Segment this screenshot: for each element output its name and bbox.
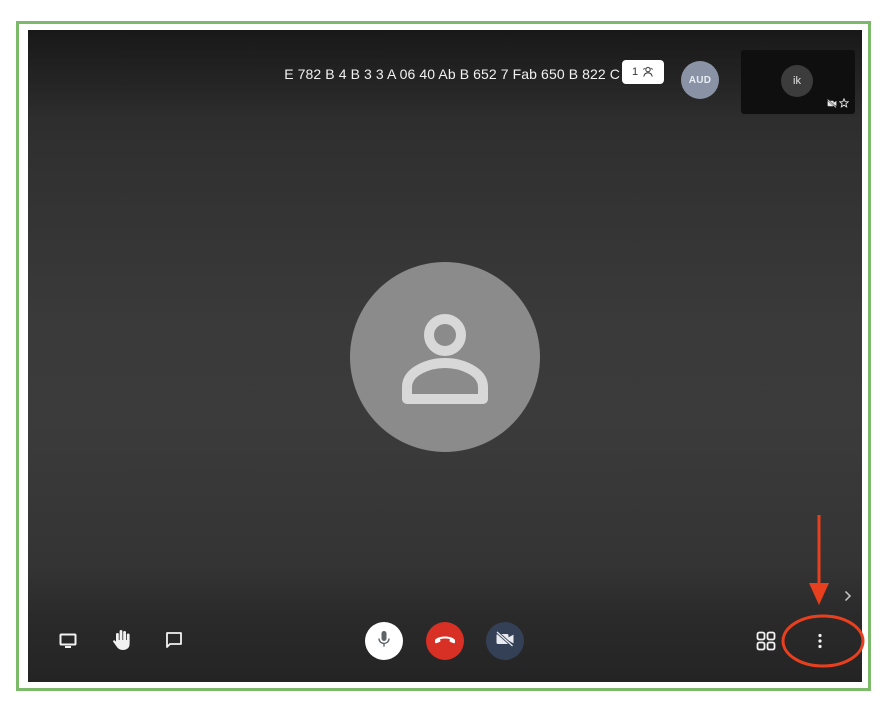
- annotation-ring-icon: [781, 614, 865, 668]
- chat-button[interactable]: [163, 629, 185, 651]
- people-icon: [642, 66, 654, 78]
- camera-off-icon: [495, 630, 515, 652]
- chat-icon: [165, 631, 183, 649]
- participants-button[interactable]: 1: [622, 60, 664, 84]
- self-avatar: ik: [781, 65, 813, 97]
- meeting-stage: E 782 B 4 B 3 3 A 06 40 Ab B 652 7 Fab 6…: [28, 30, 862, 682]
- raise-hand-button[interactable]: [110, 627, 134, 653]
- remote-participant-avatar[interactable]: AUD: [681, 61, 719, 99]
- chevron-right-icon[interactable]: [841, 586, 855, 606]
- participant-count: 1: [631, 66, 639, 78]
- hand-icon: [112, 629, 132, 651]
- main-participant-avatar: [350, 262, 540, 452]
- monitor-icon: [59, 633, 77, 649]
- microphone-icon: [377, 630, 391, 653]
- grid-layout-icon: [756, 631, 776, 651]
- camera-off-icon: [827, 98, 837, 108]
- meeting-title: E 782 B 4 B 3 3 A 06 40 Ab B 652 7 Fab 6…: [284, 66, 620, 82]
- camera-toggle-button[interactable]: [486, 622, 524, 660]
- self-view-tile[interactable]: ik: [741, 50, 855, 114]
- present-screen-button[interactable]: [57, 630, 79, 652]
- self-status-icons: [827, 98, 849, 108]
- annotation-arrow-icon: [809, 515, 829, 605]
- person-icon: [389, 301, 501, 413]
- pin-star-icon[interactable]: [839, 98, 849, 108]
- phone-hangup-icon: [434, 632, 456, 650]
- end-call-button[interactable]: [426, 622, 464, 660]
- microphone-button[interactable]: [365, 622, 403, 660]
- layout-button[interactable]: [754, 629, 778, 653]
